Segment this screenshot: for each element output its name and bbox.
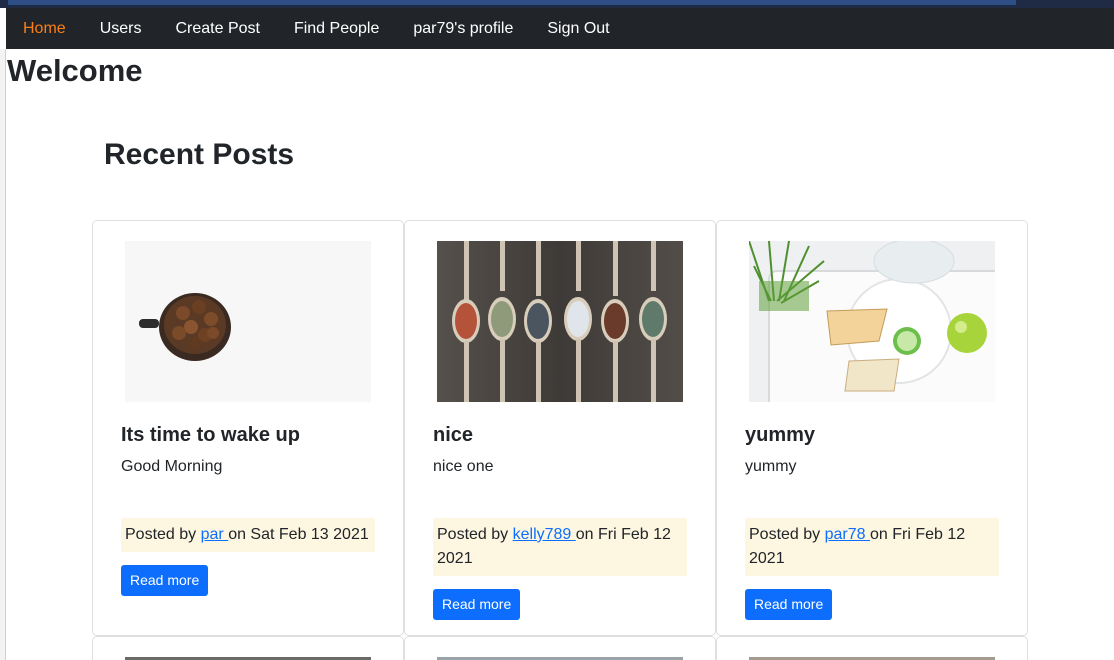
nav-profile[interactable]: par79's profile <box>396 8 530 49</box>
post-title: yummy <box>745 424 816 446</box>
posted-by: Posted by par on Sat Feb 13 2021 <box>121 518 375 552</box>
post-body: yummy <box>745 458 797 475</box>
food-plate-image <box>749 241 995 402</box>
posted-by-prefix: Posted by <box>749 526 825 543</box>
post-title: nice <box>433 424 474 446</box>
spice-spoons-image <box>437 241 683 402</box>
post-card: yummy yummy Posted by par78 on Fri Feb 1… <box>716 220 1028 636</box>
browser-top-highlight <box>8 0 1016 5</box>
author-link[interactable]: par78 <box>825 526 870 543</box>
read-more-button[interactable]: Read more <box>121 565 209 596</box>
browser-top-strip <box>0 0 1114 8</box>
nav-users[interactable]: Users <box>83 8 159 49</box>
nav-create-post[interactable]: Create Post <box>158 8 276 49</box>
nav-sign-out[interactable]: Sign Out <box>530 8 626 49</box>
recent-posts-heading: Recent Posts <box>104 138 295 171</box>
coffee-cup-image <box>125 241 371 402</box>
post-card-partial <box>92 636 404 660</box>
author-link[interactable]: kelly789 <box>513 526 576 543</box>
post-title: Its time to wake up <box>121 424 300 446</box>
nav-home[interactable]: Home <box>6 8 83 49</box>
posted-by: Posted by par78 on Fri Feb 12 2021 <box>745 518 999 576</box>
author-link[interactable]: par <box>201 526 229 543</box>
read-more-button[interactable]: Read more <box>745 589 833 620</box>
post-card: nice nice one Posted by kelly789 on Fri … <box>404 220 716 636</box>
post-card-partial <box>404 636 716 660</box>
nav-find-people[interactable]: Find People <box>277 8 396 49</box>
post-card-partial <box>716 636 1028 660</box>
welcome-heading: Welcome <box>7 53 143 88</box>
posted-by-prefix: Posted by <box>125 526 201 543</box>
posted-by: Posted by kelly789 on Fri Feb 12 2021 <box>433 518 687 576</box>
left-window-edge <box>0 49 6 660</box>
post-card: Its time to wake up Good Morning Posted … <box>92 220 404 636</box>
posted-by-prefix: Posted by <box>437 526 513 543</box>
post-date: on Sat Feb 13 2021 <box>228 526 369 543</box>
read-more-button[interactable]: Read more <box>433 589 521 620</box>
navbar: Home Users Create Post Find People par79… <box>6 8 1114 49</box>
post-body: nice one <box>433 458 494 475</box>
post-body: Good Morning <box>121 458 223 475</box>
